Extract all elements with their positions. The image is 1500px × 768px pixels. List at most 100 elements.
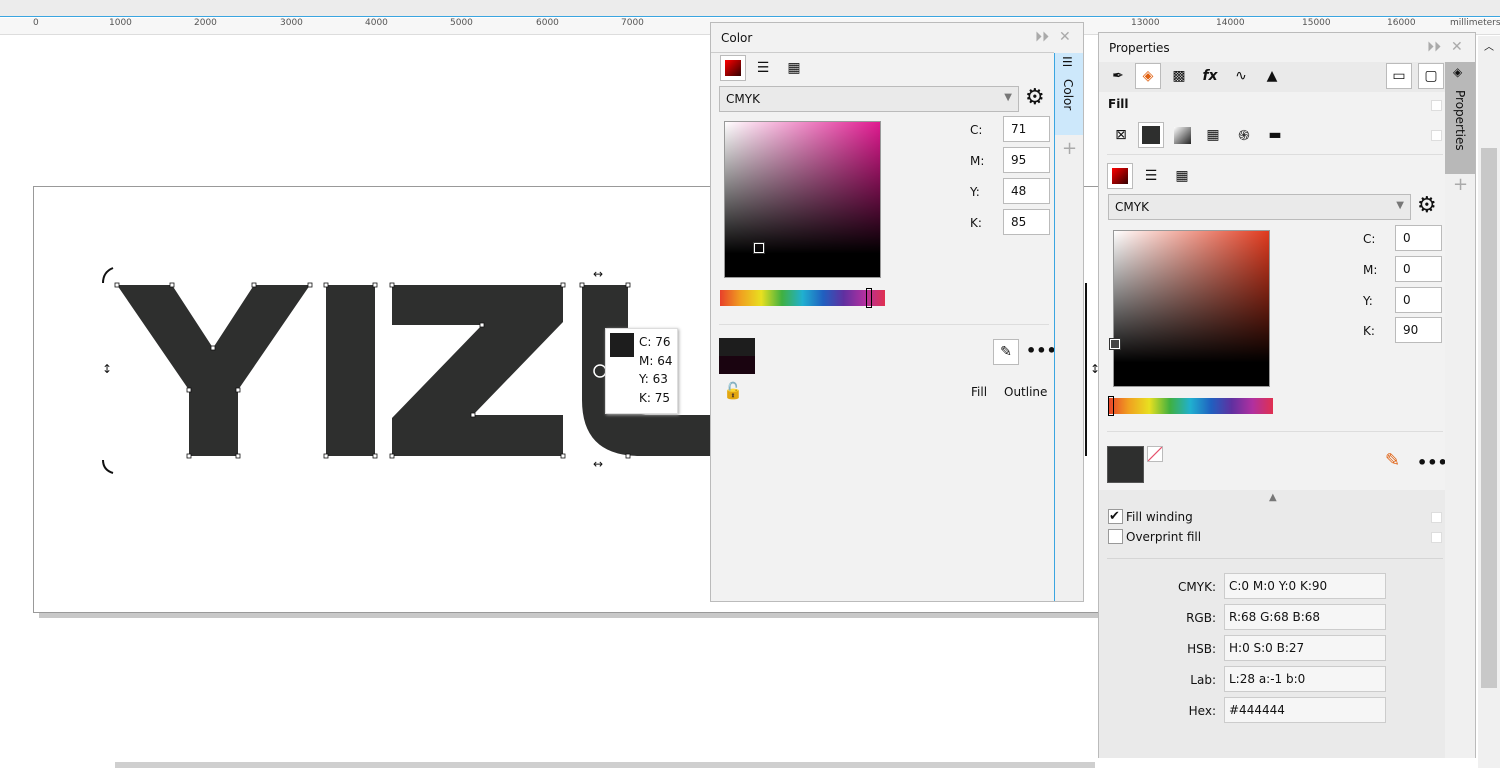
- more-icon[interactable]: •••: [1026, 341, 1057, 360]
- y-input[interactable]: 0: [1395, 287, 1442, 313]
- scroll-up-icon[interactable]: ︿: [1484, 38, 1494, 53]
- outline-pen-icon[interactable]: ✒: [1105, 63, 1131, 89]
- tab-properties[interactable]: ◈ Properties: [1445, 62, 1475, 174]
- effects-icon[interactable]: fx: [1197, 63, 1223, 89]
- properties-icon: ◈: [1453, 65, 1463, 79]
- lab-value[interactable]: L:28 a:-1 b:0: [1224, 666, 1386, 692]
- sliders-icon[interactable]: ☰: [1138, 163, 1164, 189]
- color-model-select[interactable]: CMYK ▼: [719, 86, 1019, 112]
- add-tab-icon[interactable]: +: [1062, 138, 1077, 159]
- expand-icon[interactable]: ⏵⏵: [1427, 39, 1441, 55]
- more-icon[interactable]: •••: [1417, 453, 1448, 472]
- k-label: K:: [1363, 324, 1375, 338]
- scale-handle-icon[interactable]: ↔: [593, 457, 603, 471]
- hex-value[interactable]: #444444: [1224, 697, 1386, 723]
- vertical-scrollbar[interactable]: ︿: [1478, 36, 1500, 768]
- overprint-fill-label[interactable]: Overprint fill: [1126, 530, 1201, 544]
- k-input[interactable]: 85: [1003, 209, 1050, 235]
- c-input[interactable]: 0: [1395, 225, 1442, 251]
- tooltip-swatch: [610, 333, 634, 357]
- color-tooltip: C: 76 M: 64 Y: 63 K: 75: [605, 328, 678, 414]
- texture-fill-icon[interactable]: ֍: [1231, 122, 1257, 148]
- uniform-fill-icon[interactable]: [1138, 122, 1164, 148]
- c-input[interactable]: 71: [1003, 116, 1050, 142]
- picker-marker[interactable]: [753, 242, 765, 254]
- frame-icon[interactable]: ▭: [1386, 63, 1412, 89]
- close-icon[interactable]: ✕: [1059, 29, 1071, 45]
- color-model-select[interactable]: CMYK ▼: [1108, 194, 1411, 220]
- image-info-icon[interactable]: ▲: [1259, 63, 1285, 89]
- collapse-icon[interactable]: ▲: [1269, 492, 1277, 503]
- color-swatch-compare: [719, 338, 755, 374]
- hue-slider[interactable]: [720, 288, 885, 308]
- postscript-fill-icon[interactable]: ▬: [1262, 122, 1288, 148]
- cmyk-value[interactable]: C:0 M:0 Y:0 K:90: [1224, 573, 1386, 599]
- properties-docker: Properties ⏵⏵ ✕ ✒ ◈ ▩ fx ∿ ▲ ▭ ▢ Fill ⊠ …: [1098, 32, 1476, 758]
- k-input[interactable]: 90: [1395, 317, 1442, 343]
- info-label: HSB:: [1187, 642, 1216, 656]
- scrollbar-thumb[interactable]: [1481, 148, 1497, 688]
- unlock-icon[interactable]: 🔓: [723, 381, 743, 400]
- fountain-fill-icon[interactable]: [1169, 122, 1195, 148]
- scale-handle-icon[interactable]: ↔: [593, 267, 603, 281]
- k-label: K:: [970, 216, 982, 230]
- info-label: RGB:: [1186, 611, 1216, 625]
- eyedropper-icon[interactable]: ✎: [993, 339, 1019, 365]
- scale-handle-icon[interactable]: ↕: [102, 362, 112, 376]
- vector-pattern-icon[interactable]: ▦: [1200, 122, 1226, 148]
- color-picker-area[interactable]: [1109, 230, 1270, 387]
- tooltip-m: M: 64: [639, 353, 673, 368]
- curve-icon[interactable]: ∿: [1228, 63, 1254, 89]
- current-color-swatch: [1107, 446, 1144, 483]
- c-label: C:: [1363, 232, 1376, 246]
- fill-winding-label[interactable]: Fill winding: [1126, 510, 1193, 524]
- sliders-icon: ☰: [1062, 55, 1073, 69]
- rgb-value[interactable]: R:68 G:68 B:68: [1224, 604, 1386, 630]
- letter-y[interactable]: [117, 285, 310, 456]
- fill-icon[interactable]: ◈: [1135, 63, 1161, 89]
- no-fill-icon[interactable]: ⊠: [1108, 122, 1134, 148]
- sliders-icon[interactable]: ☰: [750, 55, 776, 81]
- m-input[interactable]: 95: [1003, 147, 1050, 173]
- info-label: CMYK:: [1178, 580, 1216, 594]
- overprint-fill-checkbox[interactable]: [1108, 529, 1123, 544]
- letter-z[interactable]: [392, 285, 563, 456]
- color-viewer-icon: [725, 60, 741, 76]
- m-label: M:: [970, 154, 985, 168]
- m-label: M:: [1363, 263, 1378, 277]
- eyedropper-icon[interactable]: ✎: [1385, 450, 1400, 471]
- transparency-icon[interactable]: ▩: [1166, 63, 1192, 89]
- preview-icon[interactable]: ▢: [1418, 63, 1444, 89]
- color-docker: Color ⏵⏵ ✕ ☰ ▦ CMYK ▼ ⚙ C: 71 M: 95 Y: 48…: [710, 22, 1084, 602]
- no-color-swatch[interactable]: [1147, 446, 1163, 462]
- m-input[interactable]: 0: [1395, 256, 1442, 282]
- gear-icon[interactable]: ⚙: [1417, 193, 1437, 218]
- tab-color[interactable]: ☰ Color: [1055, 53, 1083, 135]
- section-checkbox[interactable]: [1431, 130, 1442, 141]
- expand-icon[interactable]: ⏵⏵: [1035, 29, 1049, 45]
- close-icon[interactable]: ✕: [1451, 39, 1463, 55]
- info-label: Lab:: [1190, 673, 1216, 687]
- y-input[interactable]: 48: [1003, 178, 1050, 204]
- palette-icon[interactable]: ▦: [1169, 163, 1195, 189]
- fill-button[interactable]: Fill: [971, 385, 987, 399]
- gear-icon[interactable]: ⚙: [1025, 85, 1045, 110]
- letter-i[interactable]: [326, 285, 375, 456]
- horizontal-scrollbar[interactable]: [115, 762, 1095, 768]
- outline-button[interactable]: Outline: [1004, 385, 1047, 399]
- hsb-value[interactable]: H:0 S:0 B:27: [1224, 635, 1386, 661]
- color-viewer-button[interactable]: [1107, 163, 1133, 189]
- palette-icon[interactable]: ▦: [781, 55, 807, 81]
- section-title-fill: Fill: [1108, 97, 1129, 111]
- add-tab-icon[interactable]: +: [1453, 174, 1468, 195]
- section-checkbox[interactable]: [1431, 100, 1442, 111]
- info-label: Hex:: [1188, 704, 1216, 718]
- fill-winding-checkbox[interactable]: ✔: [1108, 509, 1123, 524]
- y-label: Y:: [1363, 294, 1373, 308]
- color-picker-area[interactable]: [724, 121, 881, 278]
- color-viewer-button[interactable]: [720, 55, 746, 81]
- hue-slider[interactable]: [1108, 396, 1273, 416]
- tooltip-y: Y: 63: [639, 372, 668, 386]
- picker-marker[interactable]: [1109, 338, 1121, 350]
- docker-tab-strip: ◈ Properties +: [1445, 62, 1475, 758]
